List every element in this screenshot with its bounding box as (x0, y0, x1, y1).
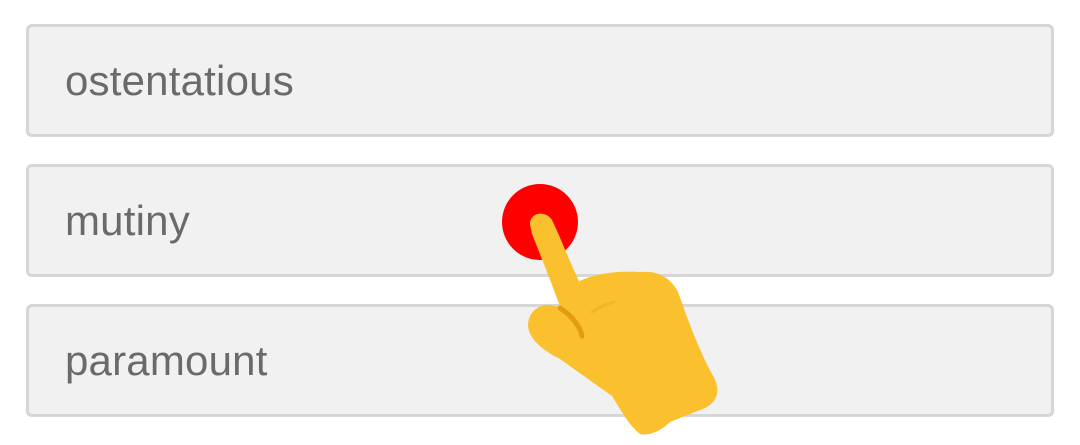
option-paramount[interactable]: paramount (26, 304, 1054, 417)
option-label: mutiny (65, 196, 190, 244)
option-label: ostentatious (65, 56, 294, 104)
option-ostentatious[interactable]: ostentatious (26, 24, 1054, 137)
option-label: paramount (65, 336, 268, 384)
option-mutiny[interactable]: mutiny (26, 164, 1054, 277)
answer-options-list: ostentatious mutiny paramount (26, 24, 1054, 444)
